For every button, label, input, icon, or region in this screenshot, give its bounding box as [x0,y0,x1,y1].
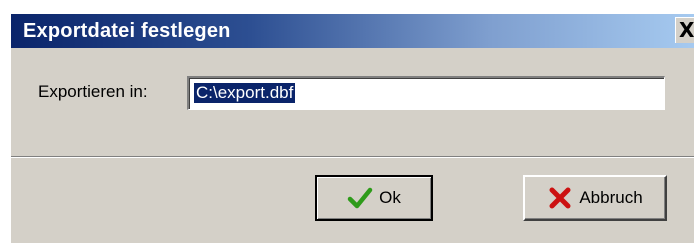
ok-button[interactable]: Ok [315,175,433,221]
red-x-icon [549,187,571,209]
close-button[interactable]: X [675,17,694,43]
export-dialog: Exportdatei festlegen X Exportieren in: … [10,14,694,243]
cancel-button[interactable]: Abbruch [523,175,667,221]
cancel-button-label: Abbruch [579,188,643,207]
export-path-input[interactable]: C:\export.dbf [187,76,665,110]
dialog-content: Exportieren in: C:\export.dbf [11,48,694,156]
title-bar[interactable]: Exportdatei festlegen X [11,14,694,48]
ok-button-label: Ok [379,188,401,207]
dialog-title: Exportdatei festlegen [23,20,231,42]
divider [11,156,694,158]
checkmark-icon [347,187,373,209]
export-path-value[interactable]: C:\export.dbf [194,83,296,103]
close-icon: X [679,18,694,42]
export-path-label: Exportieren in: [38,82,148,101]
